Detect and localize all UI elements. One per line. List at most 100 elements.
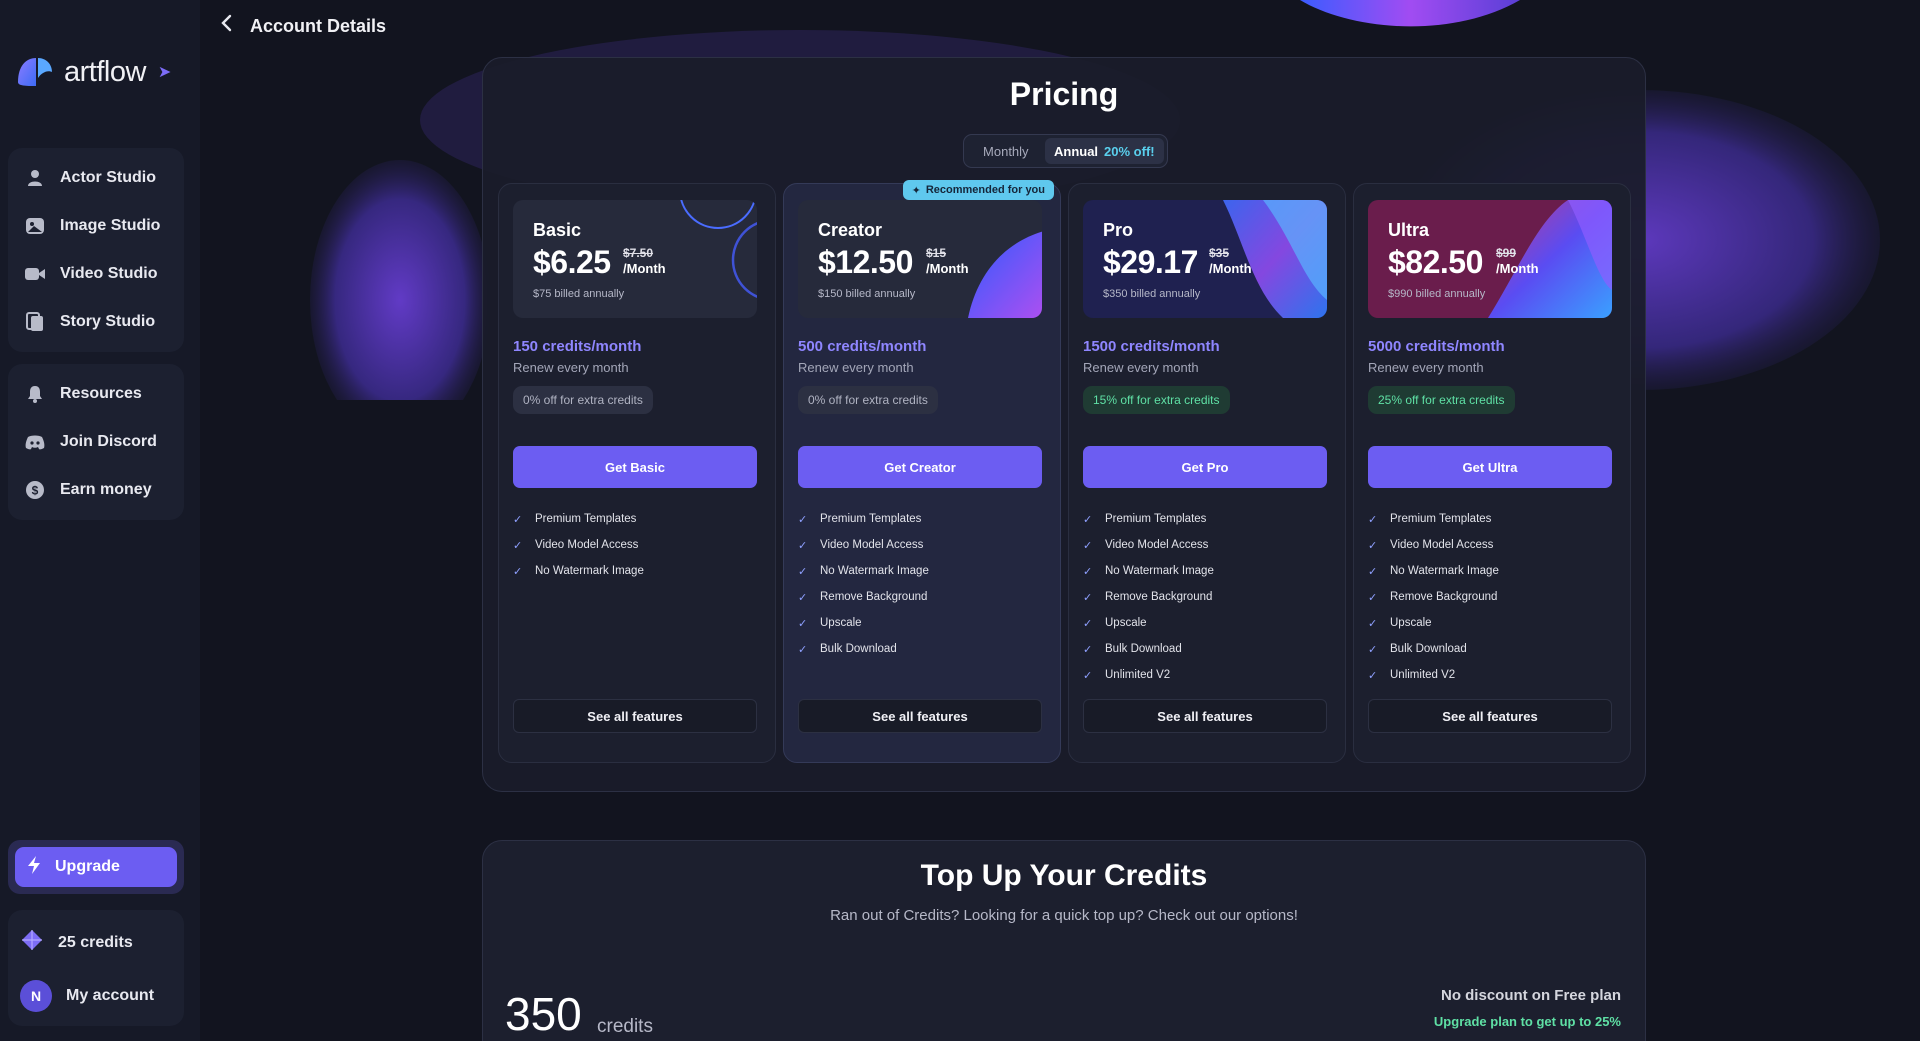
plan-hero: Basic $6.25 $7.50 /Month $75 billed annu… <box>513 200 757 318</box>
feature-label: Video Model Access <box>820 539 924 551</box>
logo[interactable]: artflow ➤ <box>14 52 171 92</box>
credits-balance[interactable]: 25 credits <box>20 928 133 957</box>
topup-unit: credits <box>597 1016 653 1037</box>
plan-card-basic: Basic $6.25 $7.50 /Month $75 billed annu… <box>498 183 776 763</box>
sidebar-item-earn-money[interactable]: $ Earn money <box>8 466 184 514</box>
feature-label: Unlimited V2 <box>1390 669 1456 681</box>
plan-price: $12.50 <box>818 244 913 280</box>
feature-item: ✓ Upscale <box>798 610 929 636</box>
billing-toggle: Monthly Annual 20% off! <box>963 134 1168 168</box>
check-icon: ✓ <box>513 565 523 578</box>
check-icon: ✓ <box>1083 513 1093 526</box>
person-icon <box>24 167 46 189</box>
gem-icon <box>20 928 44 957</box>
feature-label: Bulk Download <box>1105 643 1182 655</box>
video-camera-icon <box>24 263 46 285</box>
lightning-icon <box>27 855 41 879</box>
feature-label: Unlimited V2 <box>1105 669 1171 681</box>
chevron-left-icon[interactable] <box>220 14 232 38</box>
my-account-label: My account <box>66 987 155 1004</box>
topup-panel: Top Up Your Credits Ran out of Credits? … <box>482 840 1646 1041</box>
sidebar-item-label: Image Studio <box>60 217 161 234</box>
check-icon: ✓ <box>1083 591 1093 604</box>
plan-card-pro: Pro $29.17 $35 /Month $350 billed annual… <box>1068 183 1346 763</box>
check-icon: ✓ <box>513 513 523 526</box>
extra-credits-badge: 25% off for extra credits <box>1368 386 1515 414</box>
get-basic-button[interactable]: Get Basic <box>513 446 757 488</box>
upgrade-hint-link[interactable]: Upgrade plan to get up to 25% <box>1434 1014 1621 1029</box>
feature-label: Upscale <box>1105 617 1147 629</box>
feature-item: ✓ No Watermark Image <box>513 558 644 584</box>
see-all-features-button[interactable]: See all features <box>513 699 757 733</box>
feature-item: ✓ Video Model Access <box>798 532 929 558</box>
plan-credits: 500 credits/month <box>798 338 927 355</box>
pin-icon[interactable]: ➤ <box>158 62 171 82</box>
recommended-label: Recommended for you <box>925 184 1045 196</box>
toggle-annual[interactable]: Annual 20% off! <box>1044 138 1164 164</box>
plan-renew: Renew every month <box>1368 360 1484 375</box>
feature-item: ✓ Bulk Download <box>1083 636 1214 662</box>
sidebar-item-label: Join Discord <box>60 433 157 450</box>
get-ultra-button[interactable]: Get Ultra <box>1368 446 1612 488</box>
sidebar-item-image-studio[interactable]: Image Studio <box>8 202 184 250</box>
feature-item: ✓ No Watermark Image <box>1368 558 1499 584</box>
sidebar-item-story-studio[interactable]: Story Studio <box>8 298 184 346</box>
page-title: Account Details <box>250 15 387 36</box>
annual-discount: 20% off! <box>1104 143 1155 159</box>
sidebar-item-join-discord[interactable]: Join Discord <box>8 418 184 466</box>
plan-renew: Renew every month <box>513 360 629 375</box>
pricing-title: Pricing <box>1009 76 1119 112</box>
feature-label: Video Model Access <box>1105 539 1209 551</box>
feature-item: ✓ Premium Templates <box>1368 506 1499 532</box>
feature-label: No Watermark Image <box>535 565 644 577</box>
account-panel: 25 credits N My account <box>8 910 184 1026</box>
extra-credits-badge: 0% off for extra credits <box>798 386 938 414</box>
feature-item: ✓ Premium Templates <box>513 506 644 532</box>
sidebar: artflow ➤ Actor Studio Image Studio Vide… <box>0 0 200 1041</box>
plan-per: /Month <box>1496 261 1539 276</box>
upgrade-button[interactable]: Upgrade <box>15 847 177 887</box>
feature-label: No Watermark Image <box>820 565 929 577</box>
check-icon: ✓ <box>798 565 808 578</box>
see-all-features-button[interactable]: See all features <box>1083 699 1327 733</box>
feature-label: Remove Background <box>820 591 928 603</box>
svg-text:$: $ <box>32 484 39 498</box>
get-pro-button[interactable]: Get Pro <box>1083 446 1327 488</box>
feature-item: ✓ Premium Templates <box>798 506 929 532</box>
feature-item: ✓ Unlimited V2 <box>1368 662 1499 688</box>
check-icon: ✓ <box>1083 539 1093 552</box>
sidebar-item-actor-studio[interactable]: Actor Studio <box>8 154 184 202</box>
my-account-link[interactable]: N My account <box>20 980 154 1012</box>
feature-item: ✓ Upscale <box>1083 610 1214 636</box>
see-all-features-button[interactable]: See all features <box>1368 699 1612 733</box>
sidebar-item-label: Resources <box>60 385 142 402</box>
feature-item: ✓ No Watermark Image <box>1083 558 1214 584</box>
plan-hero: Ultra $82.50 $99 /Month $990 billed annu… <box>1368 200 1612 318</box>
image-icon <box>24 215 46 237</box>
extra-credits-badge: 15% off for extra credits <box>1083 386 1230 414</box>
topup-amount: 350 <box>505 988 582 1040</box>
plan-billed: $350 billed annually <box>1103 288 1201 300</box>
plan-per: /Month <box>623 261 666 276</box>
sidebar-item-label: Actor Studio <box>60 169 156 186</box>
get-creator-button[interactable]: Get Creator <box>798 446 1042 488</box>
see-all-features-button[interactable]: See all features <box>798 699 1042 733</box>
sidebar-item-video-studio[interactable]: Video Studio <box>8 250 184 298</box>
toggle-monthly[interactable]: Monthly <box>967 138 1045 164</box>
sidebar-item-label: Story Studio <box>60 313 156 330</box>
no-discount-note: No discount on Free plan <box>1440 987 1621 1004</box>
topup-title: Top Up Your Credits <box>920 859 1208 892</box>
plan-old-price: $99 <box>1496 246 1517 260</box>
plan-credits: 150 credits/month <box>513 338 642 355</box>
plan-old-price: $7.50 <box>623 246 654 260</box>
plan-renew: Renew every month <box>1083 360 1199 375</box>
sidebar-item-resources[interactable]: Resources <box>8 370 184 418</box>
plan-name: Ultra <box>1388 220 1430 240</box>
feature-label: Premium Templates <box>1105 513 1207 525</box>
feature-label: Upscale <box>820 617 862 629</box>
extra-credits-badge: 0% off for extra credits <box>513 386 653 414</box>
plan-old-price: $15 <box>926 246 947 260</box>
feature-label: Video Model Access <box>535 539 639 551</box>
feature-label: Premium Templates <box>535 513 637 525</box>
check-icon: ✓ <box>513 539 523 552</box>
